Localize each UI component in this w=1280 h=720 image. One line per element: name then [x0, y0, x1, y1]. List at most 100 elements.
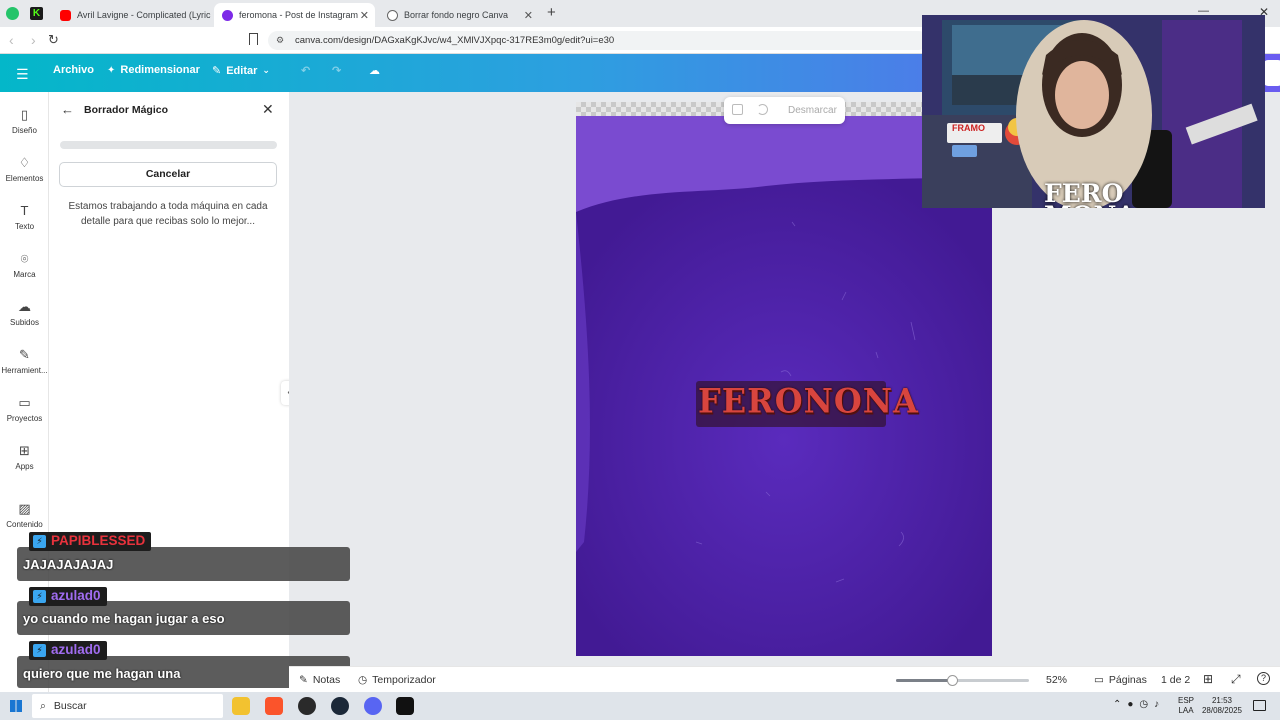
- tab-borrar-fondo[interactable]: Borrar fondo negro Canva ✕: [379, 3, 539, 27]
- back-arrow-icon[interactable]: ←: [61, 102, 74, 117]
- url-field[interactable]: ⚙ canva.com/design/DAGxaKgKJvc/w4_XMlVJX…: [268, 31, 928, 50]
- layout-icon: ▯: [20, 107, 29, 122]
- rail-item-contenido[interactable]: ▨ Contenido: [0, 502, 49, 530]
- rail-label: Herramient...: [1, 366, 48, 375]
- chat-text: JAJAJAJAJAJ: [23, 557, 114, 572]
- rail-item-proyectos[interactable]: ▭ Proyectos: [0, 395, 49, 424]
- rail-item-herramientas[interactable]: ✎ Herramient...: [0, 348, 49, 376]
- menu-icon[interactable]: ☰: [16, 66, 29, 83]
- close-panel-icon[interactable]: ✕: [262, 101, 274, 118]
- brand-icon: ⌾: [20, 251, 29, 266]
- rail-label: Subidos: [10, 318, 39, 327]
- clock[interactable]: 21:53 28/08/2025: [1200, 696, 1244, 716]
- selection-toolbar: Desmarcar: [724, 97, 845, 124]
- tab-title: Avril Lavigne - Complicated (Lyric: [77, 10, 211, 20]
- pages-icon: ▭: [1094, 674, 1104, 686]
- new-tab-button[interactable]: +: [547, 4, 556, 21]
- cloud-save-icon[interactable]: ☁: [369, 64, 380, 77]
- duplicate-icon[interactable]: [732, 104, 743, 115]
- processing-message: Estamos trabajando a toda máquina en cad…: [68, 201, 268, 227]
- notas-button[interactable]: ✎ Notas: [299, 674, 340, 686]
- tab-feromona[interactable]: feromona - Post de Instagram ✕: [214, 3, 375, 27]
- sub-badge-icon: ⚡: [33, 644, 46, 657]
- progress-bar: [60, 141, 277, 149]
- clock-time: 21:53: [1211, 696, 1233, 705]
- notifications-icon[interactable]: [1253, 700, 1266, 711]
- close-tab-icon[interactable]: ✕: [524, 9, 533, 22]
- cancel-button[interactable]: Cancelar: [59, 162, 277, 187]
- rail-item-apps[interactable]: ⊞ Apps: [0, 443, 49, 472]
- reload-icon[interactable]: ↻: [48, 32, 59, 48]
- grid-view-icon[interactable]: ⊞: [1203, 672, 1213, 686]
- site-settings-icon[interactable]: ⚙: [276, 35, 284, 46]
- desmarcar-button[interactable]: Desmarcar: [788, 105, 837, 116]
- lang-region: LAA: [1178, 706, 1194, 715]
- tray-icons[interactable]: ⌃●◷♪: [1113, 699, 1165, 710]
- zoom-slider[interactable]: [896, 675, 1029, 686]
- archivo-button[interactable]: Archivo: [53, 64, 94, 76]
- app-icon-green[interactable]: [6, 7, 19, 20]
- rail-item-diseno[interactable]: ▯ Diseño: [0, 107, 49, 136]
- close-tab-icon[interactable]: ✕: [360, 9, 369, 22]
- temporizador-button[interactable]: ◷ Temporizador: [358, 674, 436, 686]
- url-text: canva.com/design/DAGxaKgKJvc/w4_XMlVJXpq…: [295, 35, 615, 46]
- rail-item-subidos[interactable]: ☁ Subidos: [0, 300, 49, 328]
- discord-icon[interactable]: [364, 697, 382, 715]
- zoom-slider-thumb[interactable]: [947, 675, 958, 686]
- shapes-icon: ♢: [18, 155, 31, 170]
- rail-item-texto[interactable]: T Texto: [0, 203, 49, 232]
- tab-avril[interactable]: Avril Lavigne - Complicated (Lyric: [52, 3, 211, 27]
- help-icon[interactable]: ?: [1257, 672, 1270, 685]
- rail-item-elementos[interactable]: ♢ Elementos: [0, 155, 49, 184]
- pencil-icon: ✎: [212, 65, 222, 77]
- chat-message: yo cuando me hagan jugar a eso: [17, 601, 350, 635]
- text-icon: T: [20, 203, 29, 218]
- zoom-level[interactable]: 52%: [1046, 674, 1067, 686]
- sub-badge-icon: ⚡: [33, 590, 46, 603]
- bookmark-icon[interactable]: [249, 33, 258, 45]
- rail-label: Apps: [15, 462, 34, 471]
- folder-icon: ▭: [18, 395, 31, 410]
- share-button[interactable]: [1263, 60, 1280, 86]
- shelf-sign: FRAMO: [952, 123, 985, 133]
- forward-icon[interactable]: ›: [31, 32, 36, 48]
- chat-text: yo cuando me hagan jugar a eso: [23, 611, 225, 626]
- notes-icon: ✎: [299, 674, 308, 686]
- zoom-slider-fill: [896, 679, 952, 682]
- editor-bottom-bar: ✎ Notas ◷ Temporizador 52% ▭ Páginas 1 d…: [289, 666, 1280, 692]
- rail-label: Proyectos: [6, 414, 43, 423]
- chat-username-text: PAPIBLESSED: [51, 533, 146, 548]
- steam-icon[interactable]: [331, 697, 349, 715]
- rail-item-marca[interactable]: ⌾ Marca: [0, 251, 49, 280]
- app-icon-kick[interactable]: K: [30, 7, 43, 20]
- apps-icon: ⊞: [19, 443, 30, 458]
- redimensionar-button[interactable]: ✦ Redimensionar: [107, 64, 200, 76]
- brave-icon[interactable]: [265, 697, 283, 715]
- fullscreen-icon[interactable]: ⤢: [1231, 672, 1241, 687]
- windows-start-icon[interactable]: [10, 700, 22, 712]
- editar-button[interactable]: ✎ Editar ⌄: [212, 64, 270, 78]
- obs-icon[interactable]: [298, 697, 316, 715]
- file-explorer-icon[interactable]: [232, 697, 250, 715]
- chat-username-text: azulad0: [51, 642, 101, 657]
- loading-spinner-icon: [757, 104, 768, 115]
- sub-badge-icon: ⚡: [33, 535, 46, 548]
- rail-label: Contenido: [6, 520, 43, 529]
- lang-code: ESP: [1178, 696, 1195, 705]
- language-indicator[interactable]: ESP LAA: [1178, 696, 1194, 716]
- page-count: 1 de 2: [1161, 674, 1191, 686]
- paginas-button[interactable]: ▭ Páginas: [1094, 674, 1147, 686]
- feromona-logo[interactable]: FERONONA: [698, 381, 918, 421]
- chat-username: ⚡ PAPIBLESSED: [29, 532, 152, 551]
- paginas-label: Páginas: [1108, 674, 1147, 686]
- app-icon[interactable]: [396, 697, 414, 715]
- redo-icon[interactable]: ↷: [332, 64, 341, 77]
- canva-tab-icon: [222, 9, 233, 21]
- feromona-watermark-overflow: [1044, 183, 1164, 236]
- back-icon[interactable]: ‹: [9, 32, 14, 48]
- undo-icon[interactable]: ↶: [301, 64, 310, 77]
- rail-label: Elementos: [5, 174, 44, 183]
- timer-icon: ◷: [358, 674, 368, 686]
- taskbar-search[interactable]: ⌕ Buscar: [32, 694, 223, 718]
- chat-username-text: azulad0: [51, 588, 101, 603]
